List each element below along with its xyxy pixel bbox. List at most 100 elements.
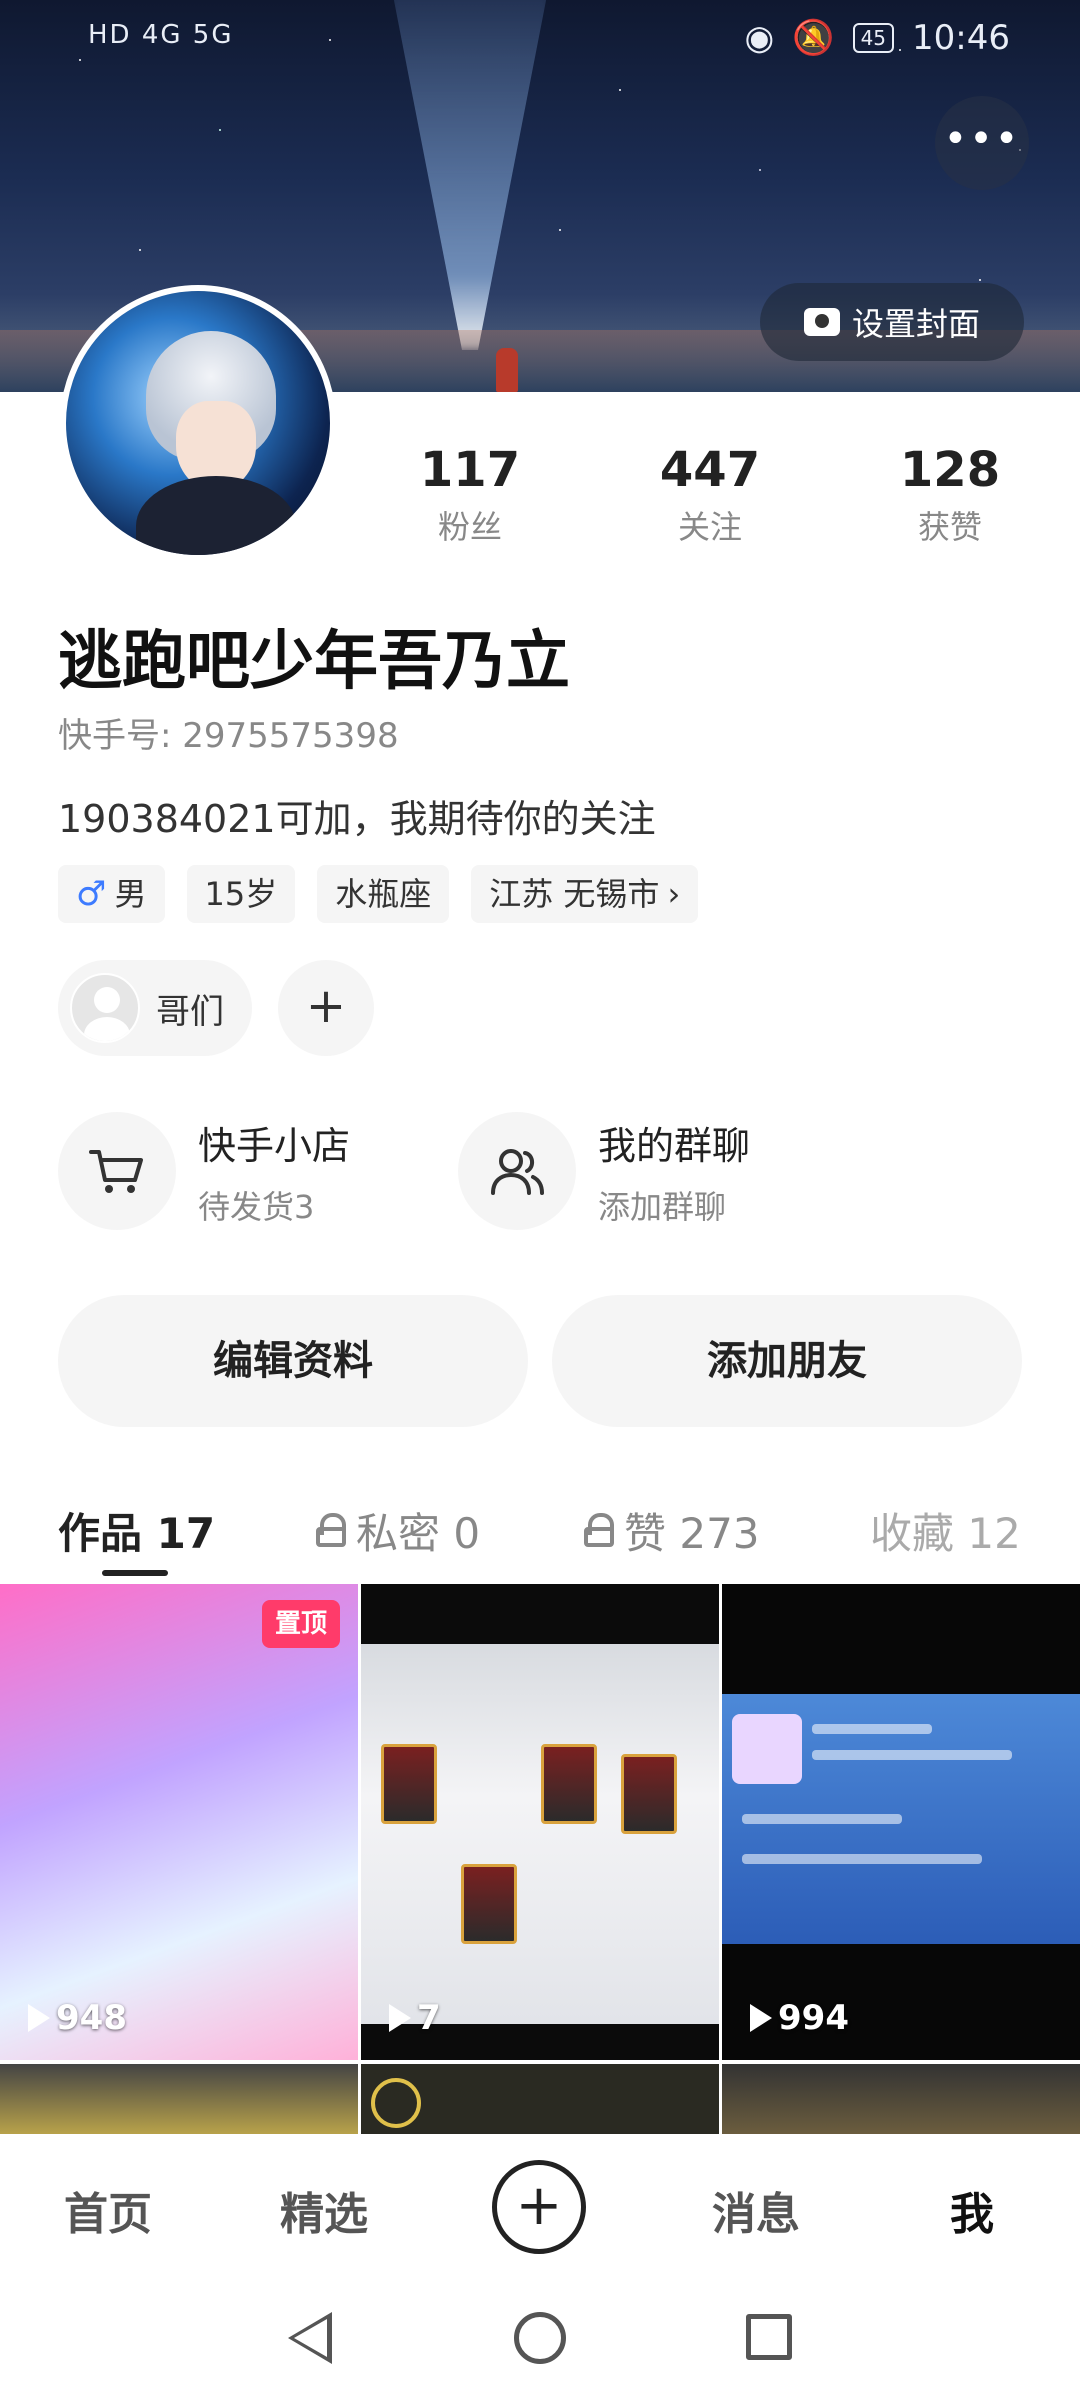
video-thumbnail[interactable]: 置顶 948	[0, 1584, 358, 2060]
thumbnail-line	[812, 1724, 932, 1734]
profile-tags: ♂ 男 15岁 水瓶座 江苏 无锡市 ›	[58, 865, 699, 923]
stat-likes[interactable]: 128 获赞	[870, 442, 1030, 548]
friend-avatar	[70, 973, 140, 1043]
group-chat-title: 我的群聊	[598, 1123, 751, 1168]
video-thumbnail[interactable]	[0, 2064, 358, 2134]
video-thumbnail[interactable]	[361, 2064, 719, 2134]
bottom-navigation: 首页 精选 + 消息 我	[0, 2134, 1080, 2280]
thumbnail-line	[742, 1854, 982, 1864]
nav-home[interactable]: 首页	[64, 2178, 152, 2242]
play-count: 7	[389, 1998, 441, 2038]
thumbnail-ring	[371, 2078, 421, 2128]
system-navigation-bar	[0, 2280, 1080, 2400]
kuaishou-id[interactable]: 快手号: 2975575398	[58, 708, 399, 757]
group-chat-subtitle: 添加群聊	[598, 1187, 727, 1226]
back-icon[interactable]	[288, 2312, 332, 2364]
thumbnail-avatar	[732, 1714, 802, 1784]
nav-messages[interactable]: 消息	[712, 2178, 800, 2242]
tab-label: 赞 273	[624, 1508, 760, 1558]
tab-label: 收藏 12	[870, 1508, 1021, 1558]
thumbnail-card	[541, 1744, 597, 1824]
mute-icon: 🔕	[792, 18, 835, 58]
tab-label: 私密 0	[356, 1508, 481, 1558]
play-count: 948	[28, 1998, 127, 2038]
cart-icon	[58, 1112, 176, 1230]
tab-works[interactable]: 作品 17	[58, 1490, 316, 1570]
video-thumbnail[interactable]: 7	[361, 1584, 719, 2060]
play-icon	[389, 2004, 411, 2032]
location-tag[interactable]: 江苏 无锡市 ›	[471, 865, 699, 923]
edit-profile-button[interactable]: 编辑资料	[58, 1295, 528, 1427]
profile-name: 逃跑吧少年吾乃立	[58, 625, 570, 699]
set-cover-button[interactable]: 设置封面	[760, 283, 1024, 361]
stat-following[interactable]: 447 关注	[630, 442, 790, 548]
tab-label: 作品 17	[58, 1508, 216, 1558]
play-count-value: 948	[56, 1998, 127, 2038]
profile-bio: 190384021可加，我期待你的关注	[58, 797, 656, 841]
play-icon	[28, 2004, 50, 2032]
nav-featured[interactable]: 精选	[280, 2178, 368, 2242]
friend-row: 哥们 +	[58, 960, 374, 1056]
age-tag: 15岁	[186, 865, 296, 923]
recent-apps-icon[interactable]	[746, 2314, 792, 2360]
cover-person	[496, 348, 518, 392]
video-thumbnail[interactable]	[722, 2064, 1080, 2134]
tab-favorites[interactable]: 收藏 12	[870, 1490, 1021, 1570]
status-right: ◉ 🔕 45 10:46	[745, 18, 1010, 58]
profile-stats: 117 粉丝 447 关注 128 获赞	[390, 442, 1030, 548]
thumbnail-card	[461, 1864, 517, 1944]
eye-icon: ◉	[744, 18, 775, 58]
shop-entry[interactable]: 快手小店 待发货3	[58, 1112, 388, 1230]
add-friend-button[interactable]: 添加朋友	[552, 1295, 1022, 1427]
thumbnail-card	[381, 1744, 437, 1824]
friend-label: 哥们	[156, 991, 224, 1032]
content-tabs: 作品 17 私密 0 赞 273 收藏 12	[58, 1490, 1080, 1570]
avatar-body	[136, 476, 296, 555]
location-label: 江苏 无锡市	[489, 875, 660, 913]
nav-me[interactable]: 我	[950, 2178, 994, 2242]
tab-liked[interactable]: 赞 273	[584, 1490, 870, 1570]
stat-label: 获赞	[917, 508, 982, 546]
battery-icon: 45	[852, 23, 895, 53]
home-icon[interactable]	[514, 2312, 566, 2364]
lock-icon	[316, 1513, 346, 1547]
gender-tag: ♂ 男	[58, 865, 165, 923]
gender-label: 男	[114, 875, 147, 913]
status-bar: HD 4G 5G ◉ 🔕 45 10:46	[0, 0, 1080, 80]
shop-title: 快手小店	[198, 1123, 351, 1168]
video-thumbnail[interactable]: 994	[722, 1584, 1080, 2060]
avatar[interactable]	[60, 285, 336, 561]
stat-label: 关注	[677, 508, 742, 546]
create-post-button[interactable]: +	[492, 2160, 586, 2254]
lock-icon	[584, 1513, 614, 1547]
stat-followers[interactable]: 117 粉丝	[390, 442, 550, 548]
play-count-value: 7	[417, 1998, 441, 2038]
play-icon	[750, 2004, 772, 2032]
set-cover-label: 设置封面	[851, 305, 980, 343]
play-count-value: 994	[778, 1998, 849, 2038]
video-grid: 置顶 948 7 994	[0, 1584, 1080, 2134]
thumbnail-image	[722, 1694, 1080, 1944]
thumbnail-image	[361, 1644, 719, 2024]
pinned-badge: 置顶	[262, 1600, 340, 1648]
shortcut-entries: 快手小店 待发货3 我的群聊 添加群聊	[58, 1112, 788, 1230]
chevron-right-icon: ›	[667, 875, 681, 913]
thumbnail-line	[742, 1814, 902, 1824]
zodiac-tag: 水瓶座	[317, 865, 450, 923]
group-chat-entry[interactable]: 我的群聊 添加群聊	[458, 1112, 788, 1230]
group-icon	[458, 1112, 576, 1230]
profile-actions: 编辑资料 添加朋友	[58, 1295, 1022, 1427]
thumbnail-line	[812, 1750, 1012, 1760]
shop-subtitle: 待发货3	[198, 1187, 315, 1226]
play-count: 994	[750, 1998, 849, 2038]
stat-value: 128	[899, 442, 1001, 498]
thumbnail-card	[621, 1754, 677, 1834]
network-indicator: HD 4G 5G	[88, 20, 234, 50]
more-options-button[interactable]: •••	[935, 96, 1029, 190]
tab-active-indicator	[102, 1570, 168, 1576]
tab-private[interactable]: 私密 0	[316, 1490, 584, 1570]
stat-value: 447	[659, 442, 761, 498]
add-friend-tag-button[interactable]: +	[278, 960, 374, 1056]
stat-value: 117	[419, 442, 521, 498]
friend-pill[interactable]: 哥们	[58, 960, 252, 1056]
